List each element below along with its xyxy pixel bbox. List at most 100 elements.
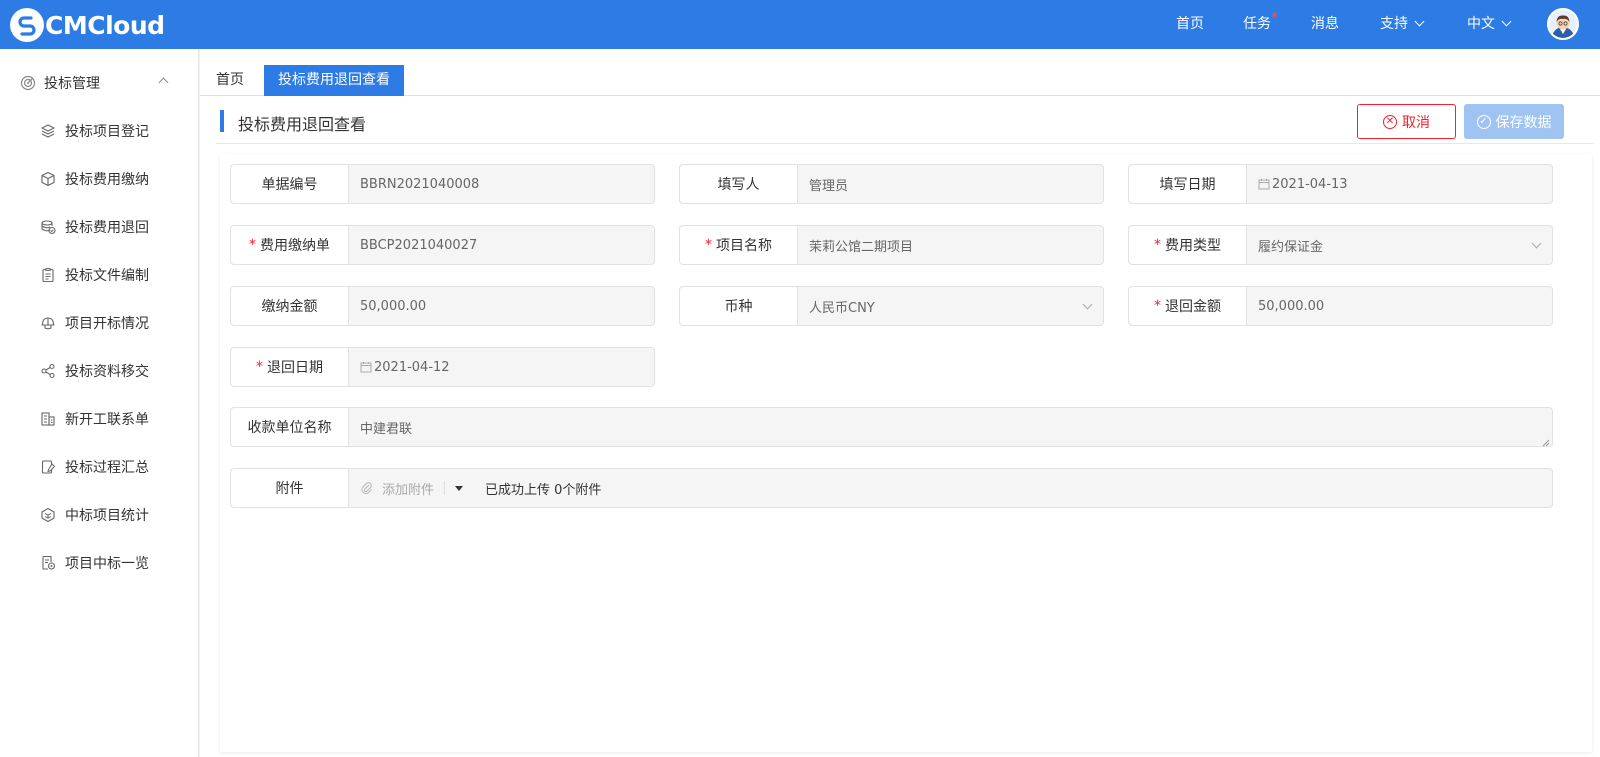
field-return-amount: * 退回金额 50,000.00 — [1128, 286, 1553, 326]
chevron-down-icon — [1501, 16, 1512, 27]
sidebar-item-fee-payment[interactable]: 投标费用缴纳 — [0, 159, 199, 199]
nav-home[interactable]: 首页 — [1176, 0, 1204, 49]
field-attachment: 附件 添加附件 已成功上传 0个附件 — [230, 468, 1553, 508]
share-icon — [40, 363, 56, 379]
avatar[interactable] — [1547, 8, 1579, 40]
add-attachment-button[interactable]: 添加附件 — [360, 479, 434, 498]
cancel-button[interactable]: ✕ 取消 — [1357, 104, 1456, 139]
sidebar-item-process-summary[interactable]: 投标过程汇总 — [0, 447, 199, 487]
field-label: 填写人 — [680, 165, 798, 203]
required-mark: * — [1154, 237, 1161, 253]
form-card: 单据编号 BBRN2021040008 填写人 管理员 填写日期 2021-04… — [220, 154, 1592, 752]
chevron-down-icon — [1082, 299, 1093, 310]
field-value: 2021-04-13 — [1272, 176, 1348, 192]
close-circle-icon: ✕ — [1383, 114, 1397, 129]
payment-doc-input[interactable]: BBCP2021040027 — [349, 226, 654, 264]
save-button[interactable]: ✓ 保存数据 — [1464, 104, 1564, 139]
tab-home[interactable]: 首页 — [202, 65, 258, 96]
fill-date-picker[interactable]: 2021-04-13 — [1247, 165, 1552, 203]
nav-tasks-label: 任务 — [1243, 16, 1271, 32]
document-seal-icon — [40, 555, 56, 571]
field-label-text: 附件 — [275, 481, 304, 497]
field-label: 填写日期 — [1129, 165, 1247, 203]
sidebar-item-winning-overview[interactable]: 项目中标一览 — [0, 543, 199, 583]
project-name-input[interactable]: 茉莉公馆二期项目 — [798, 226, 1103, 264]
field-value: BBRN2021040008 — [360, 176, 480, 192]
logo[interactable]: CMCloud — [10, 8, 165, 42]
attachment-status: 已成功上传 0个附件 — [485, 482, 602, 498]
field-label: 单据编号 — [231, 165, 349, 203]
logo-mark-icon — [10, 8, 44, 42]
field-currency: 币种 人民币CNY — [679, 286, 1104, 326]
sidebar-item-label: 新开工联系单 — [65, 412, 149, 428]
field-value: 2021-04-12 — [374, 359, 450, 375]
required-mark: * — [705, 237, 712, 253]
sidebar-item-label: 投标资料移交 — [65, 364, 149, 380]
sidebar-item-fee-return[interactable]: 投标费用退回 — [0, 207, 199, 247]
field-label-text: 币种 — [724, 299, 753, 315]
sidebar-item-label: 投标费用退回 — [65, 220, 149, 236]
chevron-up-icon — [158, 77, 169, 88]
field-value: 50,000.00 — [1258, 298, 1325, 314]
title-accent-bar — [220, 110, 224, 132]
payee-textarea[interactable]: 中建君联 — [349, 408, 1552, 447]
sidebar-item-doc-prep[interactable]: 投标文件编制 — [0, 255, 199, 295]
layers-icon — [40, 123, 56, 139]
field-fill-date: 填写日期 2021-04-13 — [1128, 164, 1553, 204]
divider — [444, 481, 446, 495]
paid-amount-input[interactable]: 50,000.00 — [349, 287, 654, 325]
tab-bar: 首页 投标费用退回查看 — [200, 49, 1600, 96]
nav-language[interactable]: 中文 — [1467, 0, 1512, 49]
field-label: * 费用类型 — [1129, 226, 1247, 264]
building-icon — [40, 411, 56, 427]
cube-icon — [40, 171, 56, 187]
field-filler: 填写人 管理员 — [679, 164, 1104, 204]
field-payee: 收款单位名称 中建君联 — [230, 407, 1553, 447]
check-circle-icon: ✓ — [1476, 114, 1491, 129]
field-value: 中建君联 — [360, 421, 413, 437]
filler-input[interactable]: 管理员 — [798, 165, 1103, 203]
clipboard-icon — [40, 267, 56, 283]
fee-type-select[interactable]: 履约保证金 — [1247, 226, 1552, 264]
field-label-text: 项目名称 — [716, 238, 772, 254]
main-content: 投标费用退回查看 ✕ 取消 ✓ 保存数据 单据编号 BBRN2021040008… — [200, 96, 1600, 757]
top-bar: CMCloud 首页 任务 * 消息 支持 中文 — [0, 0, 1600, 49]
field-label: * 项目名称 — [680, 226, 798, 264]
calendar-icon — [1258, 178, 1270, 190]
sidebar-item-project-register[interactable]: 投标项目登记 — [0, 111, 199, 151]
field-label-text: 费用缴纳单 — [260, 238, 330, 254]
return-amount-input[interactable]: 50,000.00 — [1247, 287, 1552, 325]
sidebar-item-winning-stats[interactable]: 中标项目统计 — [0, 495, 199, 535]
return-date-picker[interactable]: 2021-04-12 — [349, 348, 654, 386]
field-label: 缴纳金额 — [231, 287, 349, 325]
sidebar-item-new-construction[interactable]: 新开工联系单 — [0, 399, 199, 439]
nav-tasks[interactable]: 任务 * — [1243, 0, 1278, 49]
nav-support[interactable]: 支持 — [1380, 0, 1425, 49]
field-return-date: * 退回日期 2021-04-12 — [230, 347, 655, 387]
attachment-area: 添加附件 已成功上传 0个附件 — [349, 469, 1552, 507]
sidebar-group-label: 投标管理 — [44, 76, 100, 92]
required-mark: * — [1154, 298, 1161, 314]
chevron-down-icon — [1531, 238, 1542, 249]
sidebar-group-bidding[interactable]: 投标管理 — [0, 65, 199, 101]
notebook-edit-icon — [40, 459, 56, 475]
nav-messages[interactable]: 消息 — [1311, 0, 1339, 49]
caret-down-icon[interactable] — [455, 485, 464, 491]
field-label-text: 填写人 — [717, 177, 760, 193]
field-label-text: 填写日期 — [1159, 177, 1216, 193]
calendar-icon — [360, 361, 372, 373]
doc-no-input[interactable]: BBRN2021040008 — [349, 165, 654, 203]
required-mark: * — [249, 237, 256, 253]
resize-handle-icon[interactable] — [1542, 436, 1550, 447]
tab-fee-return-view[interactable]: 投标费用退回查看 — [264, 65, 404, 96]
field-label: * 退回金额 — [1129, 287, 1247, 325]
sidebar-item-label: 中标项目统计 — [65, 508, 149, 524]
currency-select[interactable]: 人民币CNY — [798, 287, 1103, 325]
cancel-button-label: 取消 — [1402, 114, 1430, 131]
field-payment-doc: * 费用缴纳单 BBCP2021040027 — [230, 225, 655, 265]
field-label: * 费用缴纳单 — [231, 226, 349, 264]
field-value: 管理员 — [809, 178, 849, 194]
sidebar-item-bid-opening[interactable]: 项目开标情况 — [0, 303, 199, 343]
sidebar-item-material-handover[interactable]: 投标资料移交 — [0, 351, 199, 391]
field-label: 币种 — [680, 287, 798, 325]
